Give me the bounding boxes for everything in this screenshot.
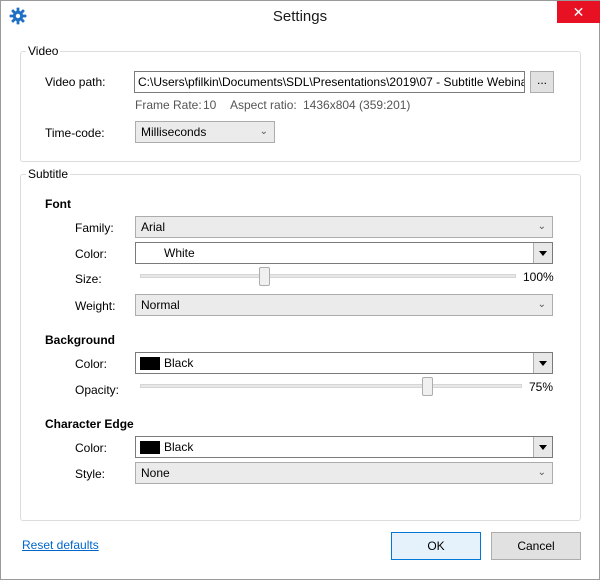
close-button[interactable]: ✕ — [557, 1, 600, 23]
background-heading: Background — [45, 333, 116, 347]
chevron-down-icon: ⌄ — [537, 467, 546, 478]
chevron-down-icon: ⌄ — [259, 126, 268, 137]
browse-button[interactable]: ... — [530, 71, 554, 93]
color-swatch — [140, 441, 160, 454]
font-color-label: Color: — [75, 247, 108, 261]
font-weight-value: Normal — [141, 298, 180, 312]
font-family-label: Family: — [75, 221, 114, 235]
chevron-down-icon: ⌄ — [537, 299, 546, 310]
font-heading: Font — [45, 197, 71, 211]
font-color-value: White — [164, 246, 195, 260]
background-color-value: Black — [164, 356, 194, 370]
reset-defaults-link[interactable]: Reset defaults — [22, 538, 99, 552]
font-size-slider-track[interactable] — [140, 274, 516, 278]
dropdown-arrow-icon[interactable] — [533, 437, 552, 457]
opacity-value: 75% — [529, 380, 554, 394]
edge-color-label: Color: — [75, 441, 108, 455]
title-bar: Settings ✕ — [1, 1, 600, 33]
video-group — [20, 51, 581, 162]
edge-style-select[interactable]: None ⌄ — [135, 462, 553, 484]
color-swatch — [140, 357, 160, 370]
aspect-ratio-value: 1436x804 (359:201) — [303, 98, 411, 112]
font-size-slider-thumb[interactable] — [259, 267, 270, 286]
font-family-select[interactable]: Arial ⌄ — [135, 216, 553, 238]
edge-color-value: Black — [164, 440, 194, 454]
opacity-label: Opacity: — [75, 383, 120, 397]
video-path-input[interactable]: C:\Users\pfilkin\Documents\SDL\Presentat… — [134, 71, 525, 93]
background-color-select[interactable]: Black — [135, 352, 553, 374]
character-edge-heading: Character Edge — [45, 417, 134, 431]
font-weight-label: Weight: — [75, 299, 116, 313]
aspect-ratio-label: Aspect ratio: — [230, 98, 297, 112]
settings-window: Settings ✕ Video Video path: C:\Users\pf… — [0, 0, 600, 580]
font-size-label: Size: — [75, 272, 102, 286]
font-family-value: Arial — [141, 220, 166, 234]
ok-button[interactable]: OK — [391, 532, 481, 560]
cancel-button[interactable]: Cancel — [491, 532, 581, 560]
timecode-label: Time-code: — [45, 126, 105, 140]
frame-rate-value: 10 — [203, 98, 217, 112]
edge-color-select[interactable]: Black — [135, 436, 553, 458]
frame-rate-label: Frame Rate: — [135, 98, 202, 112]
timecode-value: Milliseconds — [141, 125, 207, 139]
font-weight-select[interactable]: Normal ⌄ — [135, 294, 553, 316]
edge-style-value: None — [141, 466, 170, 480]
dropdown-arrow-icon[interactable] — [533, 243, 552, 263]
video-legend: Video — [26, 44, 61, 58]
background-color-label: Color: — [75, 357, 108, 371]
dropdown-arrow-icon[interactable] — [533, 353, 552, 373]
subtitle-legend: Subtitle — [26, 167, 71, 181]
color-swatch — [140, 247, 160, 260]
font-color-select[interactable]: White — [135, 242, 553, 264]
chevron-down-icon: ⌄ — [537, 221, 546, 232]
opacity-slider-track[interactable] — [140, 384, 522, 388]
opacity-slider-thumb[interactable] — [422, 377, 433, 396]
video-path-label: Video path: — [45, 75, 106, 89]
font-size-value: 100% — [523, 270, 554, 284]
edge-style-label: Style: — [75, 467, 106, 481]
timecode-select[interactable]: Milliseconds ⌄ — [135, 121, 275, 143]
window-title: Settings — [272, 8, 328, 25]
